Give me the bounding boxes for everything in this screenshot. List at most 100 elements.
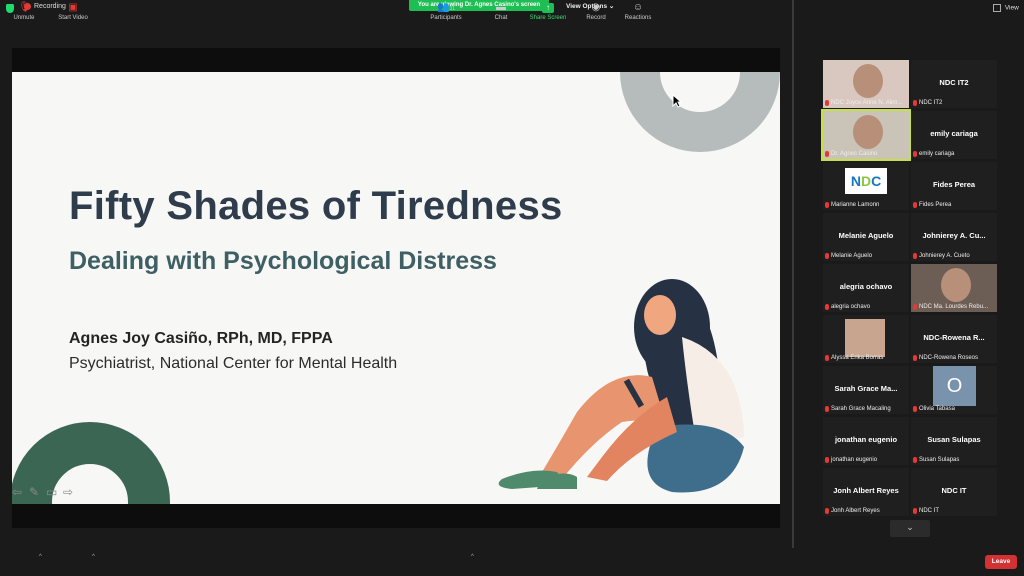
view-button-label: View [1004,4,1019,12]
participant-tile[interactable]: NDC IT NDC IT [911,468,997,516]
ndc-logo-letter: D [860,173,872,189]
panel-separator[interactable] [792,0,794,548]
participant-tile[interactable]: NDC Marianne Lamonn [823,162,909,210]
mouse-cursor-icon [672,94,682,108]
participant-display-name: Fides Perea [932,180,976,189]
participant-caption-text: Dr. Agnes Casino [831,151,878,157]
participant-tile[interactable]: NDC Joyce Anne N. Alim... [823,60,909,108]
participant-display-name: NDC IT [941,486,967,495]
muted-mic-icon [825,100,829,106]
participant-tile[interactable]: Melanie Aguelo Melanie Aguelo [823,213,909,261]
audio-options-caret-icon[interactable]: ^ [39,554,42,560]
participant-caption: NDC IT2 [913,100,942,106]
share-screen-label: Share Screen [529,15,567,21]
participant-tile[interactable]: Fides Perea Fides Perea [911,162,997,210]
video-off-icon: ▣ [68,2,78,13]
participant-caption: Melanie Aguelo [825,253,872,259]
participant-video-feed [845,319,885,357]
participant-caption-text: NDC IT [919,508,939,514]
participant-video-feed [853,64,883,98]
participant-tile[interactable]: NDC Ma. Lourdes Rebu... [911,264,997,312]
muted-mic-icon [913,304,917,310]
muted-mic-icon: 🎙 [18,2,31,13]
participant-tile[interactable]: O Olivia Tabasa [911,366,997,414]
start-video-button[interactable]: ▣ Start Video [55,2,91,22]
share-screen-button[interactable]: ↑ Share Screen [528,3,568,21]
participants-button[interactable]: 👥31 Participants [426,2,466,22]
participant-tile[interactable]: NDC IT2 NDC IT2 [911,60,997,108]
grid-icon [993,4,1001,12]
ndc-logo-letter: N [850,173,861,189]
participant-tile[interactable]: emily cariaga emily cariaga [911,111,997,159]
participant-caption-text: NDC IT2 [919,100,943,106]
participant-caption: Jonh Albert Reyes [825,508,880,514]
muted-mic-icon [913,202,917,208]
meeting-toolbar [0,548,1024,576]
pen-icon[interactable]: ✎ [29,486,42,498]
view-button[interactable]: View [993,4,1019,12]
participant-display-name: Jonh Albert Reyes [833,486,899,495]
muted-mic-icon [913,355,917,361]
participant-caption-text: Marianne Lamonn [831,202,880,208]
muted-mic-icon [913,100,917,106]
participants-label: Participants [430,15,462,21]
start-video-label: Start Video [58,15,88,21]
participant-tile[interactable]: NDC-Rowena R... NDC-Rowena Roseos [911,315,997,363]
muted-mic-icon [825,406,829,412]
slides-icon[interactable]: ▭ [46,486,59,498]
participant-tile[interactable]: Johnierey A. Cu... Johnierey A. Cueto [911,213,997,261]
reactions-button[interactable]: ☺ Reactions [622,3,654,22]
chat-icon: ▬ [496,2,506,13]
gallery-scroll-down-button[interactable]: ⌄ [890,520,930,537]
participant-tile[interactable]: Sarah Grace Ma... Sarah Grace Macaling [823,366,909,414]
participant-video-feed [853,115,883,149]
muted-mic-icon [825,355,829,361]
presentation-slide: Fifty Shades of Tiredness Dealing with P… [12,72,780,504]
video-options-caret-icon[interactable]: ^ [92,554,95,560]
muted-mic-icon [913,457,917,463]
participant-display-name: Melanie Aguelo [838,231,894,240]
participant-caption-text: Alyssa Erika Borras [831,355,884,361]
record-button[interactable]: ◉ Record [584,3,608,22]
participant-tile[interactable]: Alyssa Erika Borras [823,315,909,363]
participant-caption: Fides Perea [913,202,951,208]
muted-mic-icon [825,202,829,208]
chat-button[interactable]: ▬ Chat [490,2,512,22]
participant-tile[interactable]: alegria ochavo alegria ochavo [823,264,909,312]
participant-caption: NDC IT [913,508,939,514]
unmute-button[interactable]: 🎙 Unmute [10,2,38,22]
muted-mic-icon [913,151,917,157]
muted-mic-icon [825,304,829,310]
participant-count: 31 [449,6,455,12]
participant-caption: Marianne Lamonn [825,202,879,208]
participant-caption: Susan Sulapas [913,457,959,463]
participant-caption: Alyssa Erika Borras [825,355,883,361]
participant-tile[interactable]: Jonh Albert Reyes Jonh Albert Reyes [823,468,909,516]
participant-caption-text: Olivia Tabasa [919,406,955,412]
forward-arrow-icon[interactable]: ⇨ [63,486,76,498]
participants-icon: 👥31 [436,2,455,13]
muted-mic-icon [825,457,829,463]
slide-title: Fifty Shades of Tiredness [69,184,563,228]
participant-display-name: jonathan eugenio [834,435,898,444]
participant-display-name: alegria ochavo [839,282,893,291]
participant-caption-text: Jonh Albert Reyes [831,508,880,514]
participant-tile[interactable]: Dr. Agnes Casino [821,109,911,161]
participant-display-name: Susan Sulapas [927,435,981,444]
participant-tile[interactable]: Susan Sulapas Susan Sulapas [911,417,997,465]
participant-display-name: Sarah Grace Ma... [834,384,898,393]
muted-mic-icon [913,253,917,259]
participant-tile[interactable]: jonathan eugenio jonathan eugenio [823,417,909,465]
participant-caption: jonathan eugenio [825,457,877,463]
participant-caption-text: NDC Ma. Lourdes Rebu... [919,304,989,310]
chat-label: Chat [494,15,508,21]
participant-caption: Dr. Agnes Casino [825,151,877,157]
muted-mic-icon [825,151,829,157]
leave-button[interactable]: Leave [985,555,1017,569]
participants-caret-icon[interactable]: ^ [471,554,474,560]
annotation-tools: ⇦ ✎ ▭ ⇨ [12,486,76,498]
slide-subtitle: Dealing with Psychological Distress [69,247,497,275]
back-arrow-icon[interactable]: ⇦ [12,486,25,498]
participant-caption: alegria ochavo [825,304,870,310]
muted-mic-icon [825,508,829,514]
